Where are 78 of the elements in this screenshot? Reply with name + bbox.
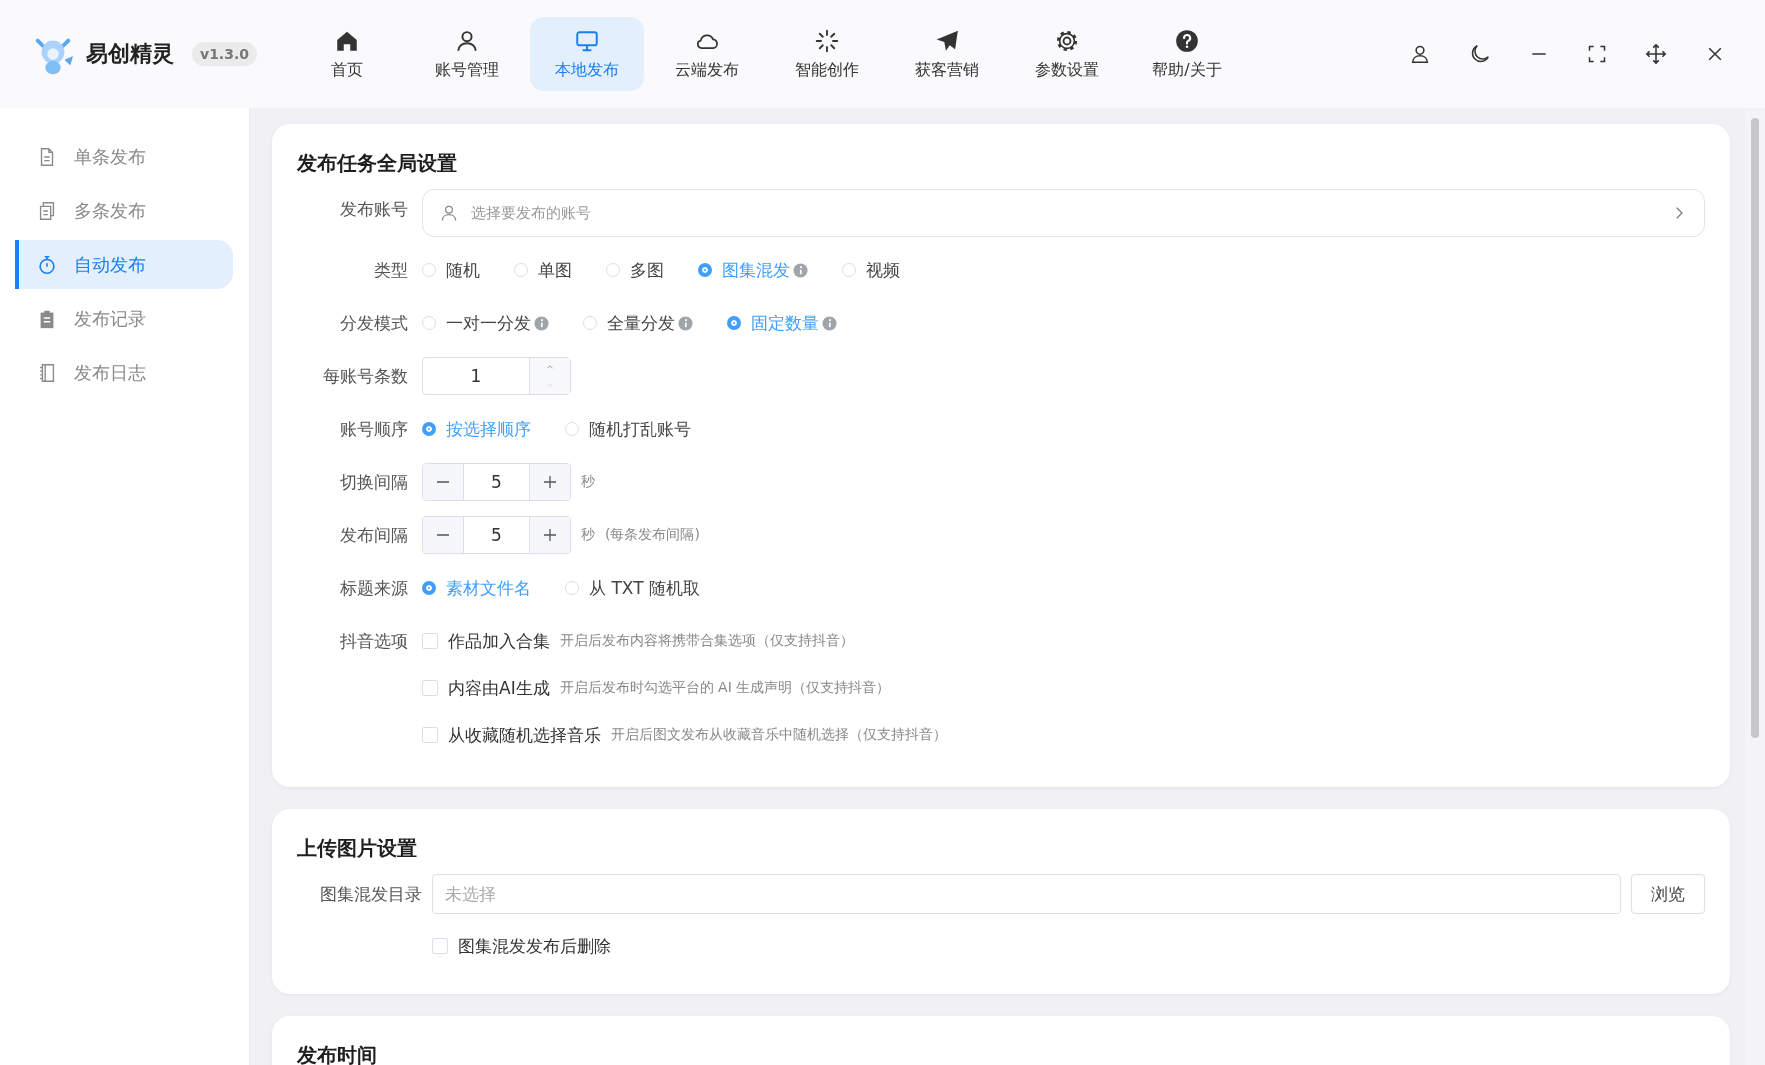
nav-tab[interactable]: 帮助/关于 [1130, 17, 1244, 91]
moon-icon[interactable] [1469, 43, 1491, 65]
field-label: 发布账号 [339, 198, 408, 221]
radio-option[interactable]: 全量分发 [583, 311, 675, 335]
user-icon [439, 203, 459, 223]
radio-option[interactable]: 视频 [842, 258, 900, 282]
option-hint: 开启后发布时勾选平台的 AI 生成声明（仅支持抖音） [559, 679, 891, 697]
checkbox[interactable] [422, 727, 438, 743]
move-icon[interactable] [1645, 43, 1667, 65]
info-icon[interactable] [534, 315, 549, 331]
field-label: 类型 [373, 259, 408, 282]
sparkle-icon [814, 27, 840, 54]
field-label: 发布间隔 [339, 524, 408, 547]
section-title: 发布任务全局设置 [297, 150, 458, 177]
help-icon [1174, 27, 1200, 54]
radio-option[interactable]: 一对一分发 [422, 311, 531, 335]
sidebar-item[interactable]: 多条发布 [15, 186, 233, 235]
decrement-button[interactable] [423, 464, 463, 500]
option-hint: 开启后图文发布从收藏音乐中随机选择（仅支持抖音） [611, 726, 947, 744]
radio-option[interactable]: 随机打乱账号 [565, 417, 691, 441]
scrollbar-thumb[interactable] [1751, 118, 1759, 738]
section-title: 上传图片设置 [297, 835, 418, 862]
browse-button[interactable]: 浏览 [1631, 874, 1705, 914]
info-icon[interactable] [822, 315, 837, 331]
minus-icon [435, 534, 451, 536]
app-name: 易创精灵 [86, 40, 174, 68]
section-title: 发布时间 [297, 1042, 378, 1065]
minus-icon [435, 481, 451, 483]
info-icon[interactable] [678, 315, 693, 331]
directory-field[interactable]: 未选择 [432, 874, 1621, 914]
stopwatch-icon [36, 253, 58, 276]
scrollbar[interactable] [1745, 108, 1765, 1065]
checkbox[interactable] [422, 633, 438, 649]
nav-tab[interactable]: 获客营销 [890, 17, 1004, 91]
checkbox[interactable] [432, 938, 448, 954]
version-badge: v1.3.0 [192, 42, 257, 66]
sidebar-item[interactable]: 发布记录 [15, 294, 233, 343]
radio-option[interactable]: 从 TXT 随机取 [565, 576, 700, 600]
plus-icon [542, 474, 558, 490]
nav-tab[interactable]: 云端发布 [650, 17, 764, 91]
radio-button[interactable] [698, 263, 712, 277]
checkbox-option[interactable]: 作品加入合集 [422, 629, 550, 653]
field-label: 抖音选项 [339, 630, 408, 653]
nav-tab[interactable]: 智能创作 [770, 17, 884, 91]
field-label: 标题来源 [339, 577, 408, 600]
radio-button[interactable] [422, 422, 436, 436]
radio-option[interactable]: 单图 [514, 258, 572, 282]
checkbox-option[interactable]: 图集混发发布后删除 [432, 934, 611, 958]
field-label: 图集混发目录 [319, 883, 422, 906]
field-label: 切换间隔 [339, 471, 408, 494]
field-label: 分发模式 [339, 312, 408, 335]
field-label: 每账号条数 [322, 365, 408, 388]
checkbox-option[interactable]: 内容由AI生成 [422, 676, 550, 700]
radio-option[interactable]: 随机 [422, 258, 480, 282]
info-icon[interactable] [793, 262, 808, 278]
radio-button[interactable] [727, 316, 741, 330]
sidebar-item[interactable]: 发布日志 [15, 348, 233, 397]
increment-button[interactable] [530, 464, 570, 500]
field-label: 账号顺序 [339, 418, 408, 441]
unit-label: 秒 [581, 526, 595, 544]
increment-button[interactable] [530, 517, 570, 553]
user-icon[interactable] [1409, 43, 1431, 65]
checkbox-option[interactable]: 从收藏随机选择音乐 [422, 723, 601, 747]
unit-label: 秒 [581, 473, 595, 491]
fullscreen-icon[interactable] [1587, 44, 1607, 64]
nav-tab[interactable]: 本地发布 [530, 17, 644, 91]
unit-note: (每条发布间隔) [605, 526, 700, 544]
option-hint: 开启后发布内容将携带合集选项（仅支持抖音） [560, 632, 854, 650]
nav-tab[interactable]: 参数设置 [1010, 17, 1124, 91]
sidebar-item[interactable]: 单条发布 [15, 132, 233, 181]
radio-option[interactable]: 多图 [606, 258, 664, 282]
number-input[interactable]: 1 [422, 357, 571, 395]
radio-button[interactable] [422, 581, 436, 595]
decrement-button[interactable] [423, 517, 463, 553]
nav-tab[interactable]: 首页 [290, 17, 404, 91]
checkbox[interactable] [422, 680, 438, 696]
nav-tab[interactable]: 账号管理 [410, 17, 524, 91]
plus-icon [542, 527, 558, 543]
